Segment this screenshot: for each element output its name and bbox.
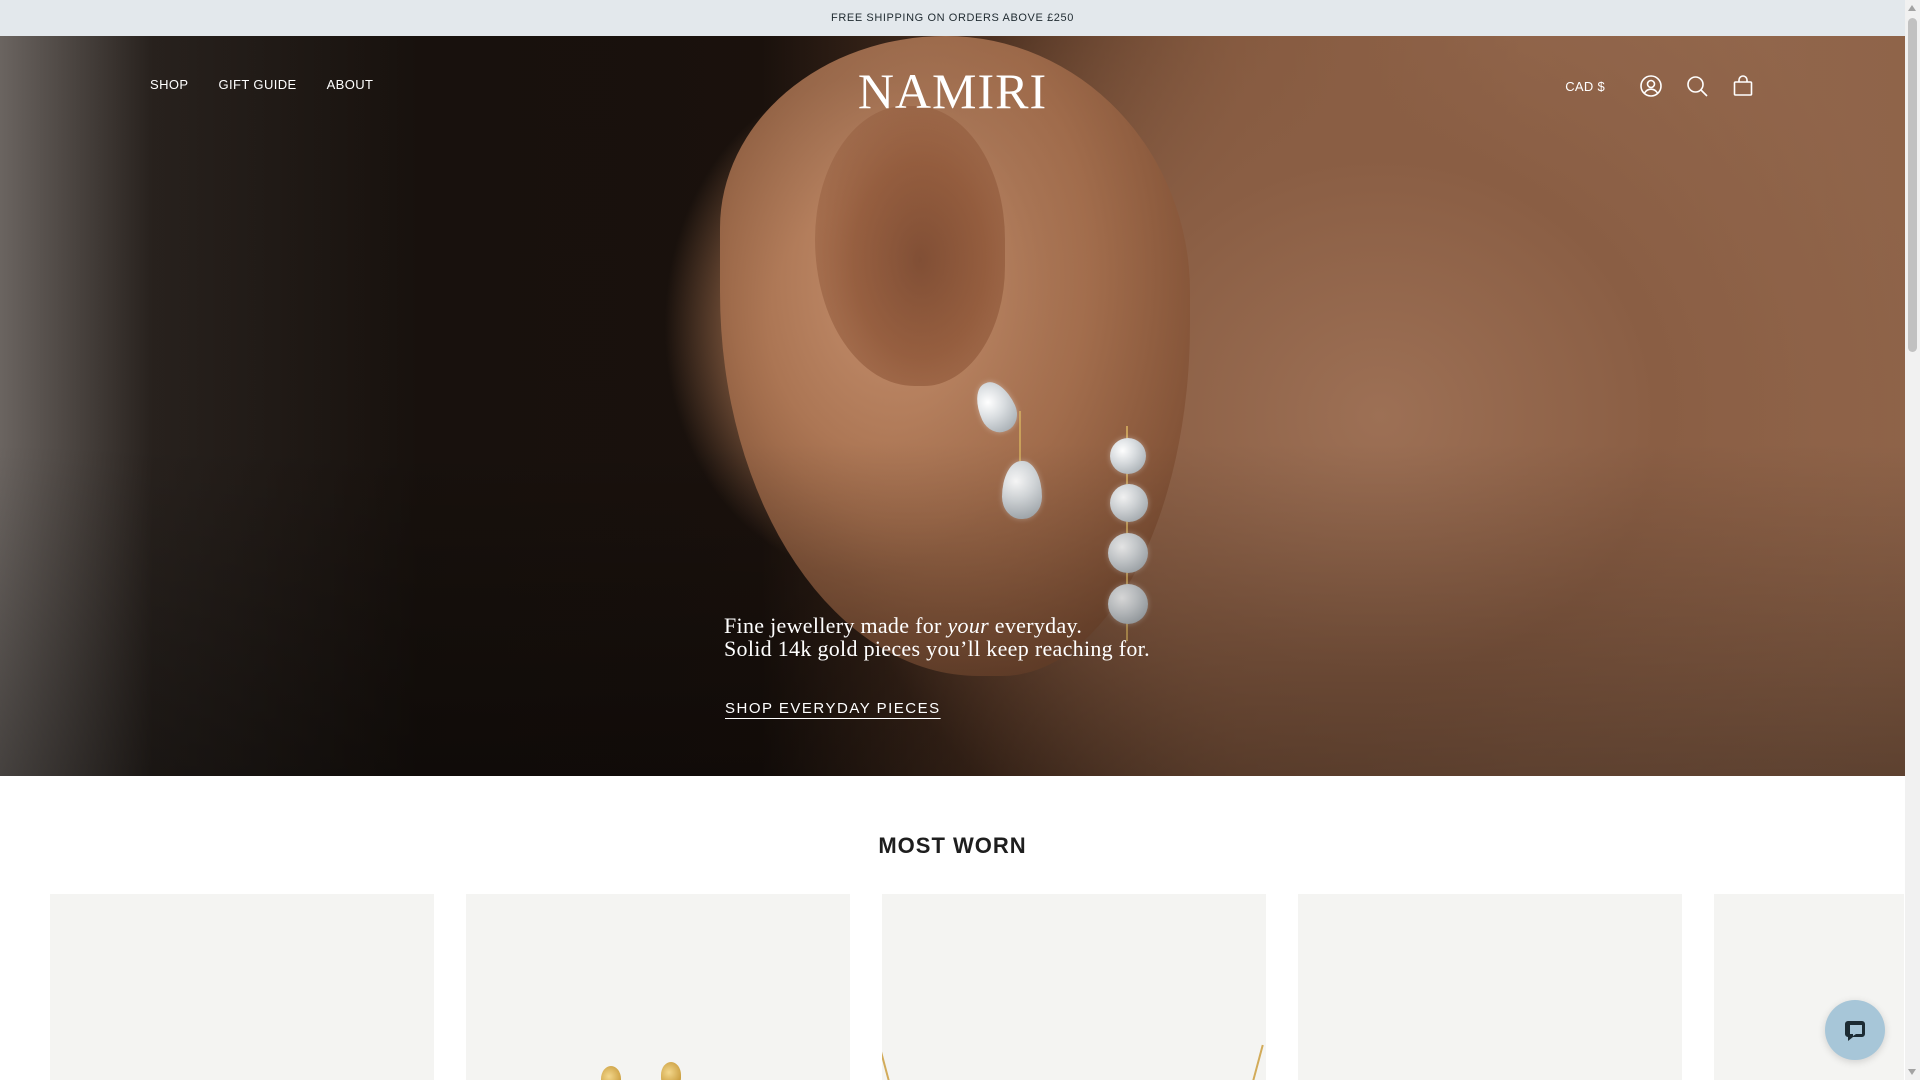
site-header: SHOP GIFT GUIDE ABOUT NAMIRI CAD $ (0, 36, 1905, 140)
product-image (1246, 1044, 1264, 1080)
page-scrollbar[interactable] (1905, 0, 1920, 1080)
product-carousel (50, 894, 1904, 1080)
hero-overlay (0, 36, 1905, 776)
announcement-bar: FREE SHIPPING ON ORDERS ABOVE £250 (0, 0, 1905, 36)
product-image (601, 1066, 621, 1080)
search-icon[interactable] (1685, 74, 1709, 98)
scroll-up-arrow[interactable] (1908, 5, 1916, 11)
product-card[interactable] (882, 894, 1266, 1080)
most-worn-title: MOST WORN (878, 833, 1027, 858)
chat-icon (1845, 1021, 1865, 1041)
cart-icon[interactable] (1731, 74, 1755, 98)
account-icon[interactable] (1639, 74, 1663, 98)
hero-tagline-emphasis: your (947, 613, 989, 638)
scroll-thumb[interactable] (1908, 18, 1917, 352)
currency-selector[interactable]: CAD $ (1565, 79, 1605, 94)
hero-tagline: Fine jewellery made for your everyday. S… (724, 614, 1150, 660)
hero-tagline-line1: Fine jewellery made for your everyday. (724, 613, 1083, 638)
scroll-down-arrow[interactable] (1908, 1069, 1916, 1075)
product-image (882, 1044, 896, 1080)
product-image (661, 1062, 681, 1080)
shop-everyday-link[interactable]: SHOP EVERYDAY PIECES (725, 700, 941, 717)
product-card[interactable] (1298, 894, 1682, 1080)
hero-tagline-line2: Solid 14k gold pieces you’ll keep reachi… (724, 636, 1150, 661)
site-logo[interactable]: NAMIRI (858, 63, 1047, 119)
product-card[interactable] (1714, 894, 1904, 1080)
chat-button[interactable] (1825, 1000, 1885, 1060)
header-actions: CAD $ (1565, 74, 1755, 98)
product-card[interactable] (50, 894, 434, 1080)
announcement-text: FREE SHIPPING ON ORDERS ABOVE £250 (831, 12, 1074, 24)
product-card[interactable] (466, 894, 850, 1080)
hero-banner[interactable] (0, 36, 1905, 776)
